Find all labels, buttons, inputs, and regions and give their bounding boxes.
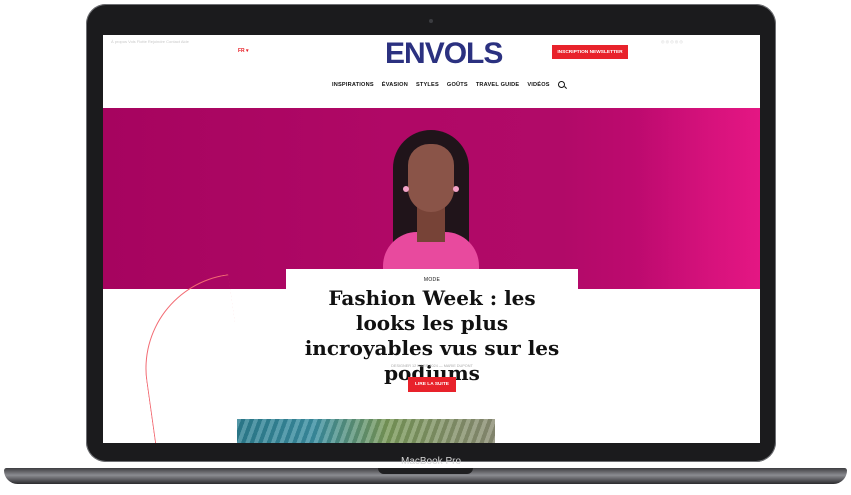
hero-light-shade — [639, 108, 760, 289]
search-icon[interactable] — [557, 81, 566, 89]
featured-article-card[interactable]: MODE Fashion Week : les looks les plus i… — [286, 269, 578, 443]
laptop-model-label: MacBook Pro — [400, 456, 462, 467]
read-more-button[interactable]: LIRE LA SUITE — [408, 377, 456, 392]
laptop-notch — [378, 468, 473, 474]
utility-links[interactable]: À propos Vols Flotte Rejoindre Contact A… — [111, 39, 189, 44]
hero-banner[interactable] — [103, 108, 760, 289]
browser-viewport: À propos Vols Flotte Rejoindre Contact A… — [103, 35, 760, 443]
logo-part-vols: VOLS — [424, 37, 504, 70]
portrait-face — [408, 144, 454, 212]
decorative-curve — [133, 274, 255, 443]
model-portrait — [379, 130, 483, 289]
article-byline: DESIGNER 12 MARS 2024 — MARIE DUPONT — [391, 364, 473, 368]
nav-item-gouts[interactable]: GOÛTS — [447, 82, 468, 88]
next-article-thumbnail[interactable] — [237, 419, 495, 443]
logo-part-en: EN — [385, 37, 426, 70]
site-logo[interactable]: ENVOLS — [385, 37, 504, 70]
nav-item-evasion[interactable]: ÉVASION — [382, 82, 408, 88]
language-selector[interactable]: FR ▾ — [238, 48, 249, 54]
article-headline[interactable]: Fashion Week : les looks les plus incroy… — [296, 286, 568, 386]
nav-item-inspirations[interactable]: INSPIRATIONS — [332, 82, 374, 88]
left-earring — [403, 186, 409, 192]
article-category[interactable]: MODE — [286, 277, 578, 283]
main-navigation: INSPIRATIONS ÉVASION STYLES GOÛTS TRAVEL… — [332, 81, 566, 89]
newsletter-button[interactable]: INSCRIPTION NEWSLETTER — [552, 45, 628, 59]
nav-item-videos[interactable]: VIDÉOS — [527, 82, 549, 88]
nav-item-travel-guide[interactable]: TRAVEL GUIDE — [476, 82, 520, 88]
right-earring — [453, 186, 459, 192]
nav-item-styles[interactable]: STYLES — [416, 82, 439, 88]
social-icons[interactable]: ◎ ◎ ◎ ◎ ◎ — [661, 39, 683, 44]
camera-icon — [429, 19, 433, 23]
